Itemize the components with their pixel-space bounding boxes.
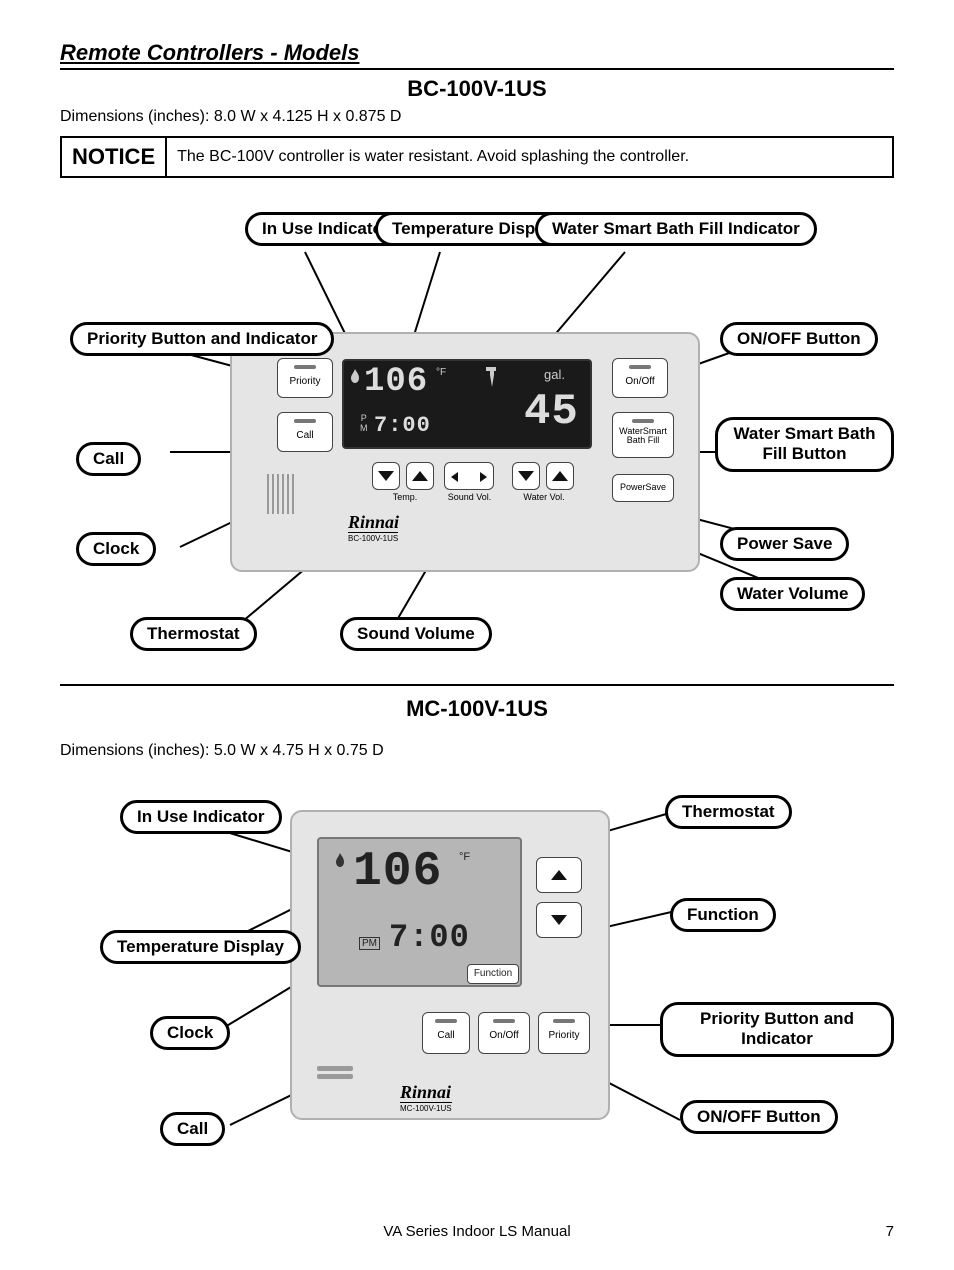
mc-device: 106 °F PM 7:00 Function Call On/Off Prio… xyxy=(290,810,610,1120)
bc-clock-pm: P M xyxy=(360,413,368,433)
bc-watersmart-button[interactable]: WaterSmart Bath Fill xyxy=(612,412,674,458)
notice-text: The BC-100V controller is water resistan… xyxy=(167,138,699,176)
bc-lcd: 106 °F 7:00 P M gal. 45 xyxy=(342,359,592,449)
callout-clock: Clock xyxy=(76,532,156,566)
callout-water-volume: Water Volume xyxy=(720,577,865,611)
page-number: 7 xyxy=(886,1223,894,1240)
mc-clock-value: 7:00 xyxy=(389,919,470,956)
mc-callout-thermostat: Thermostat xyxy=(665,795,792,829)
mc-brand: Rinnai xyxy=(400,1082,451,1103)
mc-temp-up[interactable] xyxy=(536,857,582,893)
callout-power-save: Power Save xyxy=(720,527,849,561)
mc-callout-priority: Priority Button and Indicator xyxy=(660,1002,894,1057)
faucet-icon xyxy=(484,365,500,389)
bc-powersave-button[interactable]: PowerSave xyxy=(612,474,674,502)
bc-watersmart-l2: Bath Fill xyxy=(627,435,660,445)
mc-model-title: MC-100V-1US xyxy=(60,696,894,722)
mc-callout-inuse: In Use Indicator xyxy=(120,800,282,834)
bc-call-button[interactable]: Call xyxy=(277,412,333,452)
bc-sound-label: Sound Vol. xyxy=(442,492,497,502)
mc-temp-unit: °F xyxy=(459,851,470,863)
mc-call-button[interactable]: Call xyxy=(422,1012,470,1054)
bc-soundvol-button[interactable] xyxy=(444,462,494,490)
mc-temp-down[interactable] xyxy=(536,902,582,938)
divider xyxy=(60,684,894,686)
bc-figure: In Use Indicator Temperature Display Wat… xyxy=(60,192,894,672)
callout-water-smart-btn: Water Smart Bath Fill Button xyxy=(715,417,894,472)
mc-function-button[interactable]: Function xyxy=(467,964,519,984)
callout-priority: Priority Button and Indicator xyxy=(70,322,334,356)
bc-clock-value: 7:00 xyxy=(374,413,431,438)
bc-gal-value: 45 xyxy=(524,387,579,437)
mc-lcd: 106 °F PM 7:00 Function xyxy=(317,837,522,987)
mc-slot-1 xyxy=(317,1066,353,1071)
section-title: Remote Controllers - Models xyxy=(60,40,894,70)
mc-dimensions: Dimensions (inches): 5.0 W x 4.75 H x 0.… xyxy=(60,742,894,760)
callout-onoff: ON/OFF Button xyxy=(720,322,878,356)
bc-onoff-button[interactable]: On/Off xyxy=(612,358,668,398)
bc-temp-unit: °F xyxy=(436,367,446,378)
notice-box: NOTICE The BC-100V controller is water r… xyxy=(60,136,894,178)
bc-watervol-down[interactable] xyxy=(512,462,540,490)
bc-priority-button[interactable]: Priority xyxy=(277,358,333,398)
callout-sound-volume: Sound Volume xyxy=(340,617,492,651)
bc-temp-up[interactable] xyxy=(406,462,434,490)
mc-model-label: MC-100V-1US xyxy=(400,1102,452,1113)
mc-figure: In Use Indicator Thermostat Temperature … xyxy=(60,780,894,1200)
mc-callout-temp-display: Temperature Display xyxy=(100,930,301,964)
callout-call: Call xyxy=(76,442,141,476)
mc-temp-value: 106 xyxy=(353,845,442,899)
bc-water-label: Water Vol. xyxy=(516,492,572,502)
callout-water-smart-indicator: Water Smart Bath Fill Indicator xyxy=(535,212,817,246)
flame-icon xyxy=(350,369,360,383)
mc-onoff-button[interactable]: On/Off xyxy=(478,1012,530,1054)
mc-slot-2 xyxy=(317,1074,353,1079)
bc-gal-label: gal. xyxy=(544,367,565,382)
bc-temp-value: 106 xyxy=(364,363,428,401)
mc-priority-button[interactable]: Priority xyxy=(538,1012,590,1054)
mc-clock-pm: PM xyxy=(359,937,380,950)
mc-callout-onoff: ON/OFF Button xyxy=(680,1100,838,1134)
mc-callout-clock: Clock xyxy=(150,1016,230,1050)
bc-speaker-grille xyxy=(267,474,297,514)
page-footer: VA Series Indoor LS Manual xyxy=(0,1223,954,1240)
bc-model-label: BC-100V-1US xyxy=(348,532,398,543)
mc-callout-call: Call xyxy=(160,1112,225,1146)
notice-label: NOTICE xyxy=(62,138,167,176)
bc-watervol-up[interactable] xyxy=(546,462,574,490)
mc-callout-function: Function xyxy=(670,898,776,932)
bc-temp-down[interactable] xyxy=(372,462,400,490)
bc-dimensions: Dimensions (inches): 8.0 W x 4.125 H x 0… xyxy=(60,108,894,126)
callout-thermostat: Thermostat xyxy=(130,617,257,651)
bc-model-title: BC-100V-1US xyxy=(60,76,894,102)
bc-temp-label: Temp. xyxy=(380,492,430,502)
bc-brand: Rinnai xyxy=(348,512,399,533)
mc-flame-icon xyxy=(335,853,345,867)
bc-device: 106 °F 7:00 P M gal. 45 Priority Call On… xyxy=(230,332,700,572)
